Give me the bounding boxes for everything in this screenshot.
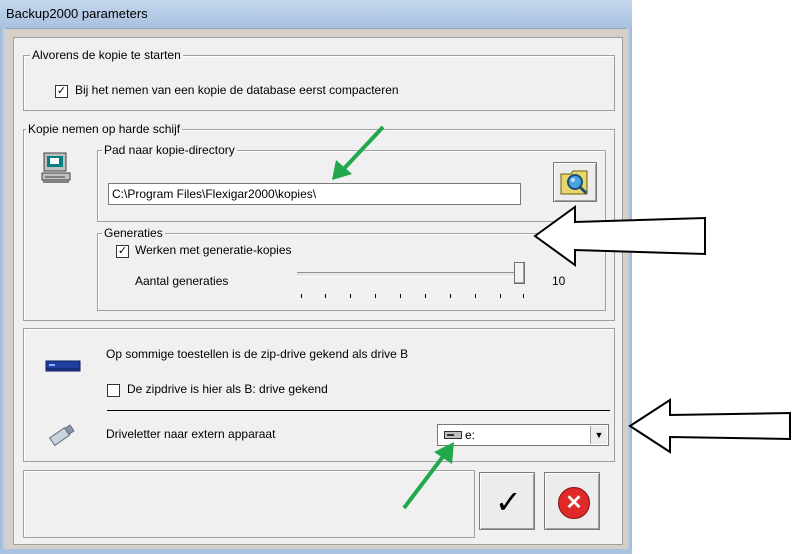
window-frame-right — [627, 28, 632, 554]
drive-select-value: e: — [465, 428, 476, 442]
group-hard-disk: Kopie nemen op harde schijf Pad naar kop… — [23, 122, 615, 321]
path-input[interactable]: C:\Program Files\Flexigar2000\kopies\ — [108, 183, 521, 205]
group-hard-disk-legend: Kopie nemen op harde schijf — [26, 122, 183, 136]
slider-tick — [325, 294, 326, 298]
count-label: Aantal generaties — [135, 274, 229, 288]
outline-annotation-arrow-bottom — [628, 398, 791, 454]
count-value: 10 — [552, 274, 566, 288]
group-generations-legend: Generaties — [102, 226, 165, 240]
slider-track — [297, 272, 523, 277]
slider-tick — [400, 294, 401, 298]
slider-tick — [375, 294, 376, 298]
group-path-legend: Pad naar kopie-directory — [102, 143, 237, 157]
group-before-copy-legend: Alvorens de kopie te starten — [30, 48, 183, 62]
generations-label: Werken met generatie-kopies — [135, 243, 292, 257]
compact-label: Bij het nemen van een kopie de database … — [75, 83, 399, 97]
outline-annotation-arrow-top — [533, 205, 706, 267]
green-annotation-arrow-top — [332, 125, 385, 180]
zip-label: De zipdrive is hier als B: drive gekend — [127, 382, 328, 396]
external-device-panel: Op sommige toestellen is de zip-drive ge… — [23, 328, 615, 462]
slider-tick — [475, 294, 476, 298]
window-frame-left — [0, 28, 5, 554]
drive-select[interactable]: e: ▼ — [437, 424, 609, 446]
check-mark: ✓ — [56, 85, 67, 97]
slider-tick — [425, 294, 426, 298]
zip-checkbox[interactable] — [107, 384, 120, 397]
generations-slider[interactable] — [297, 262, 529, 284]
green-annotation-arrow-bottom — [402, 442, 454, 510]
generations-checkbox[interactable]: ✓ — [116, 245, 129, 258]
ok-button[interactable]: ✓ — [479, 472, 535, 530]
separator-line — [107, 410, 610, 411]
browse-folder-button[interactable] — [553, 162, 597, 202]
slider-tick — [350, 294, 351, 298]
window-title: Backup2000 parameters — [6, 6, 148, 21]
cancel-icon: ✕ — [558, 487, 590, 519]
group-before-copy: Alvorens de kopie te starten ✓ Bij het n… — [23, 48, 615, 111]
drive-icon — [444, 431, 462, 439]
zip-drive-icon — [45, 360, 81, 372]
slider-tick — [500, 294, 501, 298]
chevron-down-icon: ▼ — [594, 430, 604, 440]
check-mark: ✓ — [117, 245, 128, 257]
title-bar[interactable]: Backup2000 parameters — [0, 0, 632, 29]
usb-drive-icon — [48, 424, 75, 447]
slider-thumb[interactable] — [514, 262, 525, 284]
slider-tick — [450, 294, 451, 298]
checkmark-icon: ✓ — [495, 483, 522, 521]
window-frame-bottom — [0, 549, 632, 554]
dialog-client: Alvorens de kopie te starten ✓ Bij het n… — [13, 37, 623, 545]
cancel-button[interactable]: ✕ — [544, 472, 600, 530]
slider-tick — [301, 294, 302, 298]
zip-info-text: Op sommige toestellen is de zip-drive ge… — [106, 347, 409, 361]
slider-tick — [523, 294, 524, 298]
dropdown-button[interactable]: ▼ — [590, 426, 607, 444]
computer-icon — [41, 152, 71, 183]
folder-search-icon — [560, 170, 588, 195]
compact-checkbox[interactable]: ✓ — [55, 85, 68, 98]
drive-label: Driveletter naar extern apparaat — [106, 427, 276, 441]
